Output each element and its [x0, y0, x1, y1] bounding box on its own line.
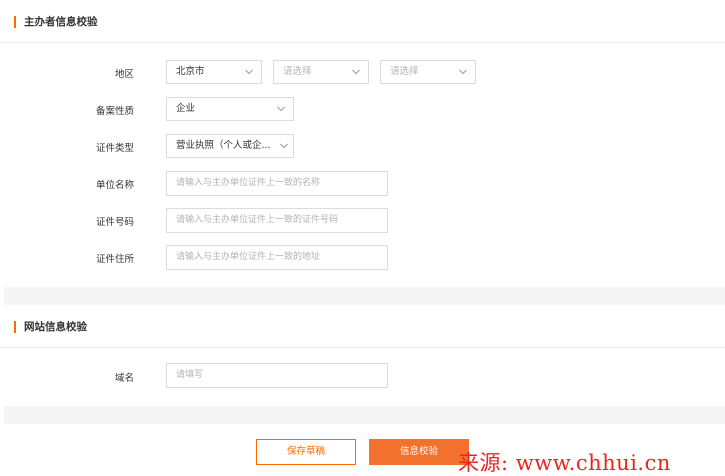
domain-input[interactable]: 请填写	[166, 363, 388, 388]
sponsor-section-title: 主办者信息校验	[24, 16, 98, 28]
section-divider-band	[4, 287, 725, 305]
chevron-down-icon	[459, 69, 467, 76]
unit-name-input[interactable]: 请输入与主办单位证件上一致的名称	[166, 171, 388, 196]
cert-type-label: 证件类型	[95, 143, 134, 154]
verify-info-button[interactable]: 信息校验	[369, 439, 469, 465]
province-select[interactable]: 北京市	[166, 60, 262, 84]
cert-type-value: 营业执照（个人或企...	[176, 140, 271, 151]
filing-nature-label: 备案性质	[95, 106, 134, 117]
section-accent-bar	[14, 321, 16, 333]
filing-nature-select[interactable]: 企业	[166, 97, 294, 121]
unit-name-label: 单位名称	[95, 180, 134, 191]
chevron-down-icon	[245, 69, 253, 76]
website-section-title: 网站信息校验	[24, 321, 87, 333]
district-placeholder: 请选择	[390, 66, 419, 77]
chevron-down-icon	[277, 106, 285, 113]
domain-label: 域名	[114, 373, 134, 384]
sponsor-section-header: 主办者信息校验	[0, 0, 725, 43]
province-value: 北京市	[176, 66, 205, 77]
website-section-header: 网站信息校验	[0, 305, 725, 348]
chevron-down-icon	[352, 69, 360, 76]
cert-type-select[interactable]: 营业执照（个人或企...	[166, 134, 294, 158]
cert-number-label: 证件号码	[95, 217, 134, 228]
cert-address-input[interactable]: 请输入与主办单位证件上一致的地址	[166, 245, 388, 270]
filing-nature-value: 企业	[176, 103, 196, 114]
cert-address-label: 证件住所	[95, 254, 134, 265]
source-watermark: 来源: www.chhui.cn	[458, 451, 671, 475]
chevron-down-icon	[280, 143, 288, 150]
district-select[interactable]: 请选择	[380, 60, 476, 84]
save-draft-button[interactable]: 保存草稿	[256, 439, 356, 465]
region-label: 地区	[114, 69, 134, 80]
cert-number-input[interactable]: 请输入与主办单位证件上一致的证件号码	[166, 208, 388, 233]
city-placeholder: 请选择	[283, 66, 312, 77]
section-divider-band	[4, 406, 725, 424]
section-accent-bar	[14, 16, 16, 28]
filing-verification-page: 主办者信息校验 地区 北京市 请选择 请选择 备案性质 企业 证件类型 营业执照…	[0, 0, 725, 476]
city-select[interactable]: 请选择	[273, 60, 369, 84]
